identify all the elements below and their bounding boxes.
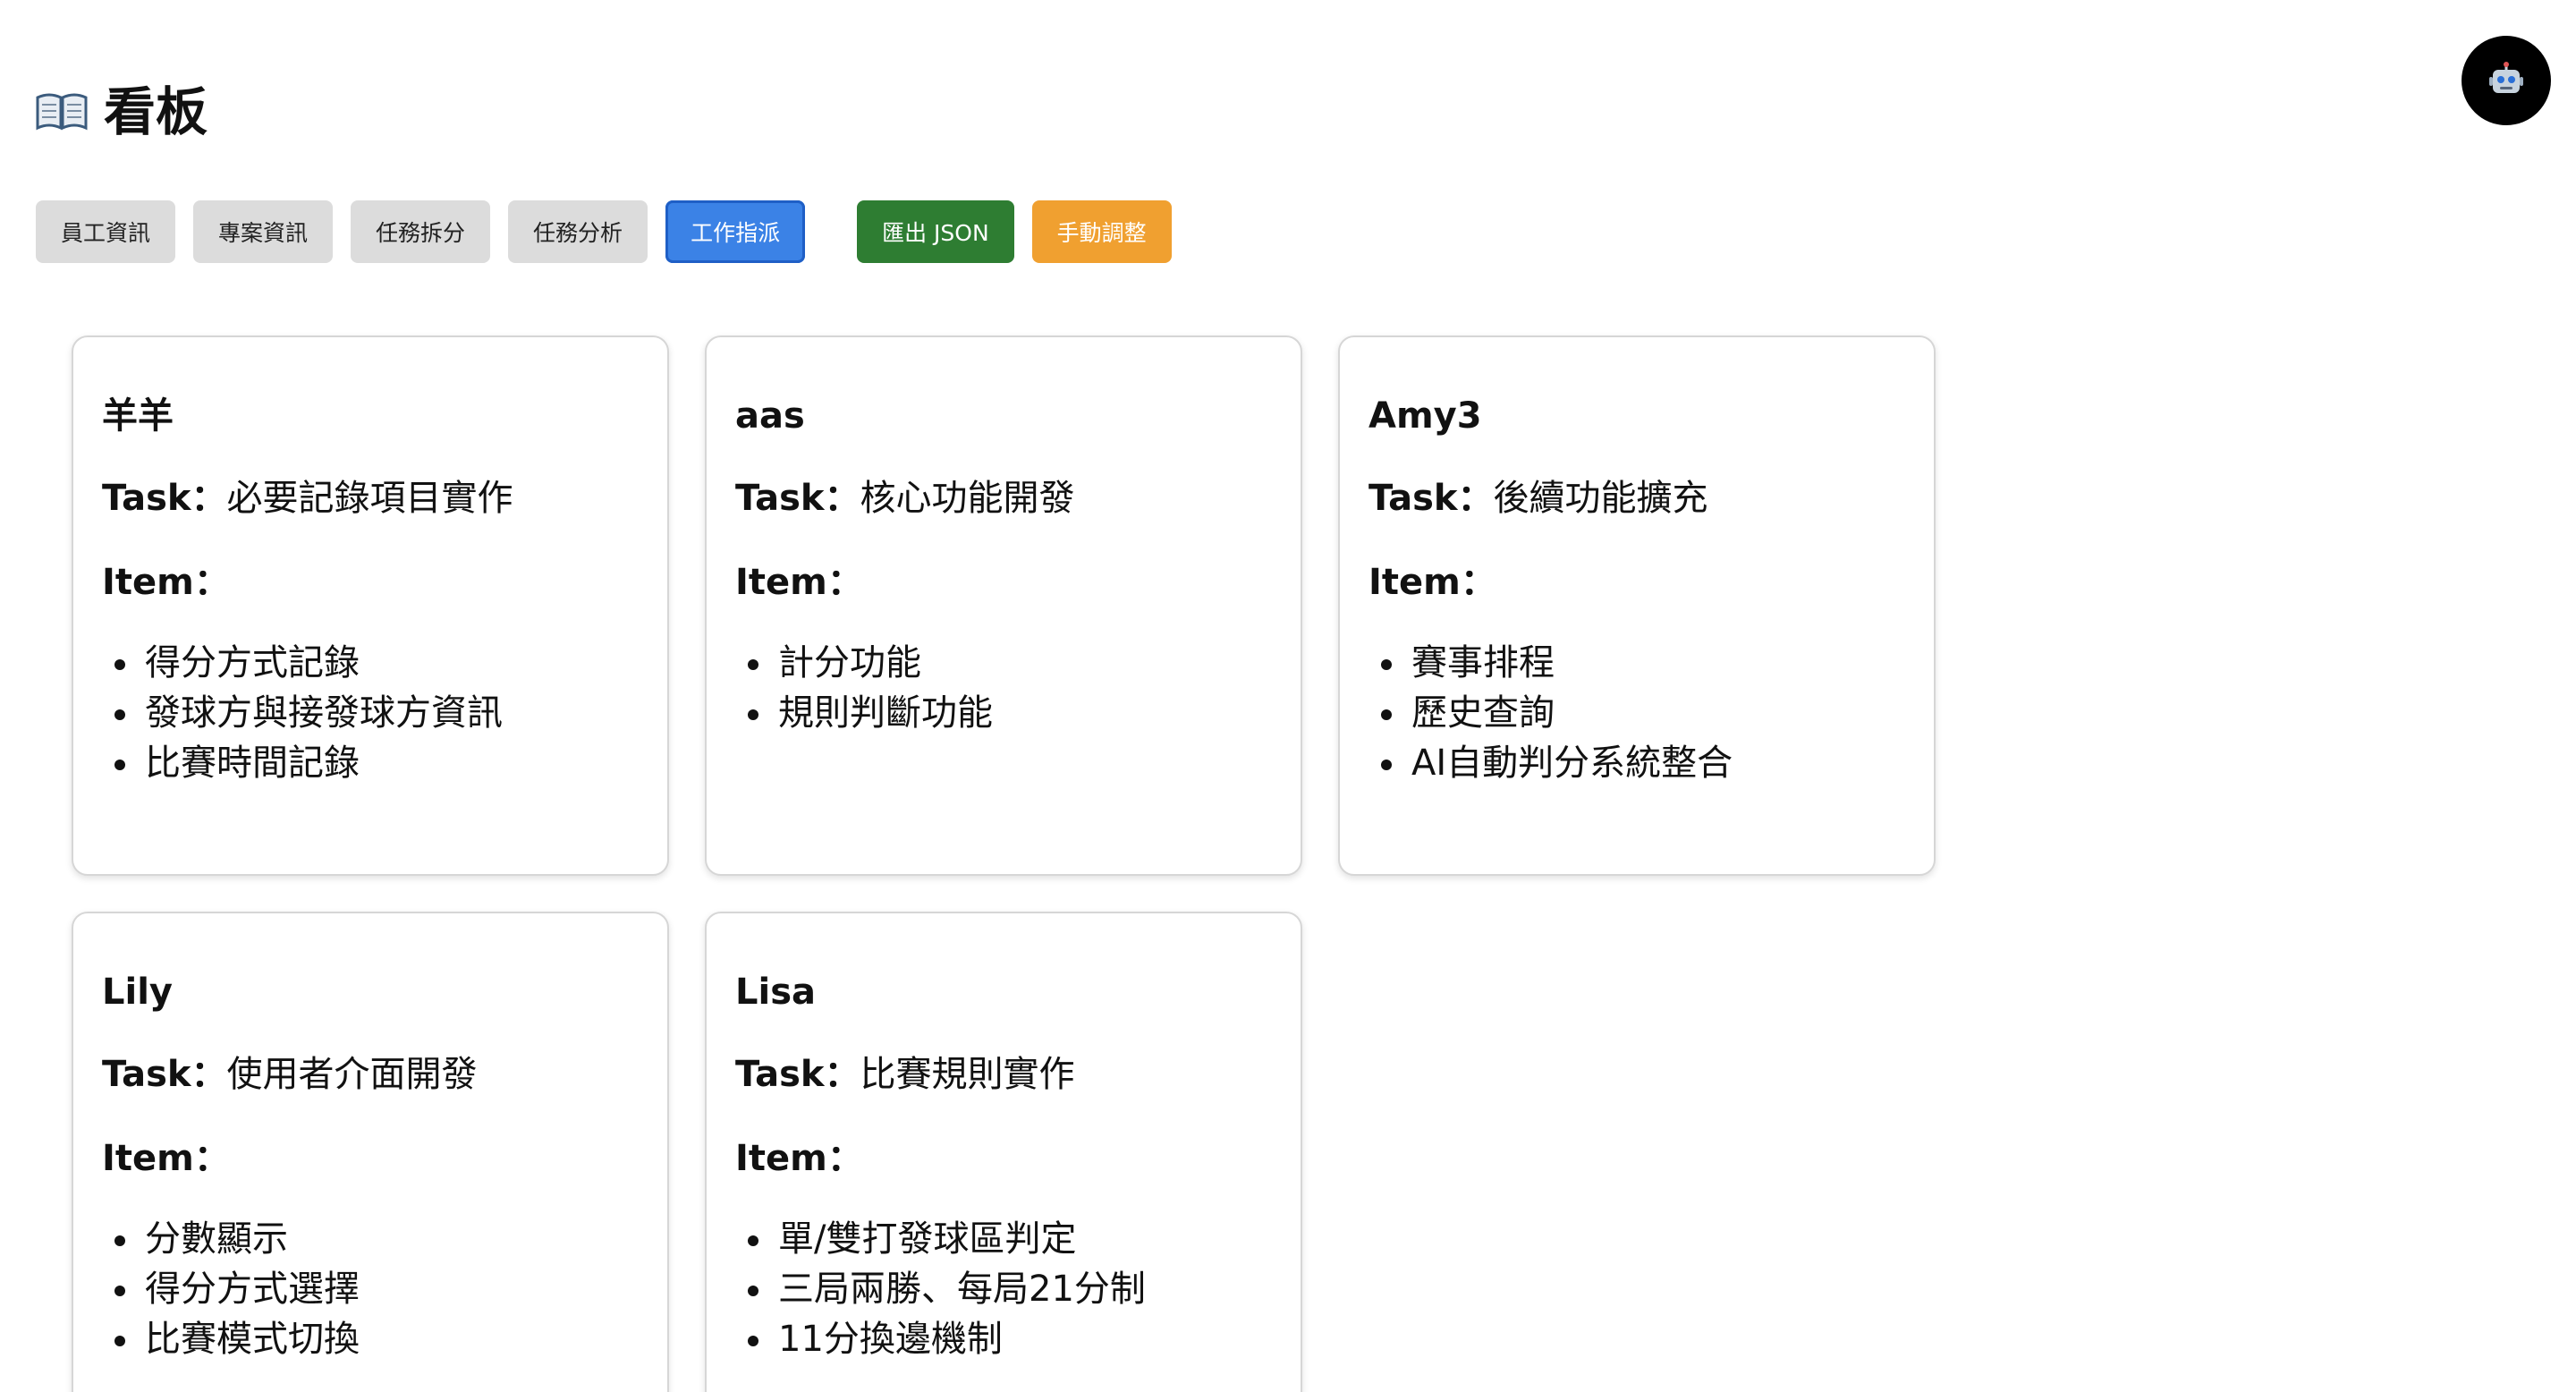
task-value: 比賽規則實作 bbox=[860, 1054, 1075, 1095]
list-item: 分數顯示 bbox=[114, 1214, 640, 1264]
item-label: Item： bbox=[102, 1138, 230, 1179]
task-label: Task： bbox=[735, 1054, 860, 1095]
list-item: 比賽時間記錄 bbox=[114, 738, 640, 788]
item-label: Item： bbox=[735, 1138, 863, 1179]
task-value: 後續功能擴充 bbox=[1493, 478, 1708, 519]
item-list: 賽事排程 歷史查詢 AI自動判分系統整合 bbox=[1368, 638, 1907, 788]
task-label: Task： bbox=[102, 478, 227, 519]
assignee-name: aas bbox=[735, 395, 805, 437]
tab-task-breakdown[interactable]: 任務拆分 bbox=[351, 200, 491, 263]
open-book-icon bbox=[36, 93, 88, 131]
assignment-card: Lisa Task：比賽規則實作 Item： 單/雙打發球區判定 三局兩勝、每局… bbox=[705, 912, 1302, 1392]
task-label: Task： bbox=[102, 1054, 227, 1095]
tab-task-analysis[interactable]: 任務分析 bbox=[508, 200, 648, 263]
list-item: 規則判斷功能 bbox=[748, 688, 1274, 738]
task-value: 使用者介面開發 bbox=[226, 1054, 478, 1095]
page: 看板 員工資訊 專案資訊 任務拆分 任務分析 工作指派 匯出 JSON 手動調整… bbox=[0, 0, 2576, 1392]
task-line: Task：比賽規則實作 bbox=[735, 1055, 1274, 1094]
assignment-card: Amy3 Task：後續功能擴充 Item： 賽事排程 歷史查詢 AI自動判分系… bbox=[1338, 335, 1936, 876]
task-label: Task： bbox=[735, 478, 860, 519]
item-label: Item： bbox=[735, 562, 863, 603]
item-label: Item： bbox=[102, 562, 230, 603]
assignee-name: 羊羊 bbox=[102, 395, 174, 437]
assignment-card: aas Task：核心功能開發 Item： 計分功能 規則判斷功能 bbox=[705, 335, 1302, 876]
task-label: Task： bbox=[1368, 478, 1494, 519]
assignment-card: Lily Task：使用者介面開發 Item： 分數顯示 得分方式選擇 比賽模式… bbox=[72, 912, 669, 1392]
tab-work-assignment[interactable]: 工作指派 bbox=[665, 200, 806, 263]
list-item: 得分方式記錄 bbox=[114, 638, 640, 688]
list-item: 單/雙打發球區判定 bbox=[748, 1214, 1274, 1264]
task-value: 核心功能開發 bbox=[860, 478, 1075, 519]
page-title: 看板 bbox=[104, 81, 208, 142]
item-list: 計分功能 規則判斷功能 bbox=[735, 638, 1274, 738]
list-item: 歷史查詢 bbox=[1381, 688, 1907, 738]
task-line: Task：使用者介面開發 bbox=[102, 1055, 640, 1094]
item-list: 得分方式記錄 發球方與接發球方資訊 比賽時間記錄 bbox=[102, 638, 640, 788]
robot-assistant-button[interactable] bbox=[2462, 36, 2551, 125]
list-item: 得分方式選擇 bbox=[114, 1264, 640, 1314]
page-header: 看板 bbox=[36, 86, 208, 138]
export-json-button[interactable]: 匯出 JSON bbox=[857, 200, 1014, 263]
list-item: 比賽模式切換 bbox=[114, 1314, 640, 1364]
list-item: 11分換邊機制 bbox=[748, 1314, 1274, 1364]
task-line: Task：核心功能開發 bbox=[735, 479, 1274, 518]
list-item: 發球方與接發球方資訊 bbox=[114, 688, 640, 738]
assignee-name: Amy3 bbox=[1368, 395, 1482, 437]
list-item: 賽事排程 bbox=[1381, 638, 1907, 688]
assignment-cards: 羊羊 Task：必要記錄項目實作 Item： 得分方式記錄 發球方與接發球方資訊… bbox=[72, 335, 1936, 1392]
assignee-name: Lisa bbox=[735, 972, 816, 1013]
tab-project-info[interactable]: 專案資訊 bbox=[193, 200, 334, 263]
robot-icon bbox=[2489, 62, 2523, 93]
item-label: Item： bbox=[1368, 562, 1496, 603]
manual-adjust-button[interactable]: 手動調整 bbox=[1031, 200, 1172, 263]
task-line: Task：必要記錄項目實作 bbox=[102, 479, 640, 518]
item-list: 單/雙打發球區判定 三局兩勝、每局21分制 11分換邊機制 bbox=[735, 1214, 1274, 1364]
list-item: AI自動判分系統整合 bbox=[1381, 738, 1907, 788]
list-item: 三局兩勝、每局21分制 bbox=[748, 1264, 1274, 1314]
assignee-name: Lily bbox=[102, 972, 173, 1013]
task-line: Task：後續功能擴充 bbox=[1368, 479, 1907, 518]
task-value: 必要記錄項目實作 bbox=[226, 478, 513, 519]
list-item: 計分功能 bbox=[748, 638, 1274, 688]
item-list: 分數顯示 得分方式選擇 比賽模式切換 bbox=[102, 1214, 640, 1364]
assignment-card: 羊羊 Task：必要記錄項目實作 Item： 得分方式記錄 發球方與接發球方資訊… bbox=[72, 335, 669, 876]
tab-employee-info[interactable]: 員工資訊 bbox=[36, 200, 176, 263]
toolbar: 員工資訊 專案資訊 任務拆分 任務分析 工作指派 匯出 JSON 手動調整 bbox=[36, 200, 1190, 263]
